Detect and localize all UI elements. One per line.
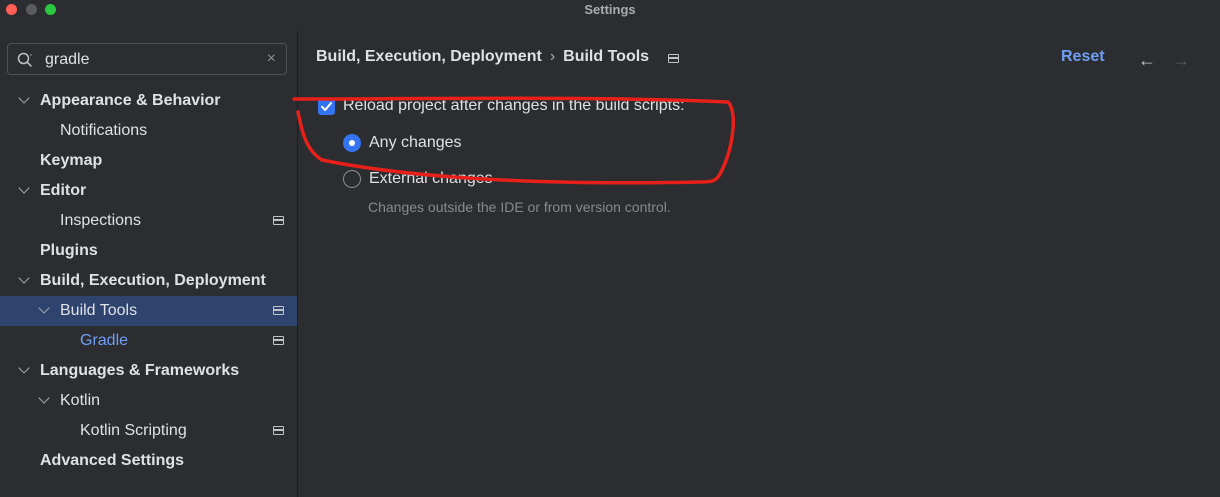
any-changes-label[interactable]: Any changes [369, 134, 462, 152]
project-level-icon [273, 216, 284, 225]
close-icon[interactable]: × [267, 50, 276, 68]
chevron-down-icon[interactable] [38, 302, 50, 314]
tree-item-label: Gradle [80, 332, 129, 349]
chevron-down-icon[interactable] [18, 362, 30, 374]
tree-item-label: Editor [40, 182, 87, 199]
breadcrumb-parent[interactable]: Build, Execution, Deployment [316, 48, 542, 65]
search-icon [17, 52, 33, 68]
chevron-down-icon[interactable] [38, 392, 50, 404]
window-title: Settings [584, 2, 636, 17]
tree-item-keymap[interactable]: Keymap [0, 146, 297, 176]
tree-item-label: Advanced Settings [40, 452, 185, 469]
external-changes-hint: Changes outside the IDE or from version … [368, 199, 671, 215]
tree-item-label: Languages & Frameworks [40, 362, 240, 379]
external-changes-radio[interactable] [343, 170, 361, 188]
reload-project-label[interactable]: Reload project after changes in the buil… [343, 97, 685, 115]
search-box[interactable]: × [7, 43, 287, 75]
tree-item-label: Inspections [60, 212, 141, 229]
tree-item-label: Build Tools [60, 302, 138, 319]
settings-content: Build, Execution, Deployment › Build Tools… [298, 30, 1220, 497]
chevron-down-icon[interactable] [18, 92, 30, 104]
tree-item-build-execution-deployment[interactable]: Build, Execution, Deployment [0, 266, 297, 296]
tree-item-advanced-settings[interactable]: Advanced Settings [0, 446, 297, 476]
tree-item-label: Kotlin Scripting [80, 422, 187, 439]
tree-item-label: Plugins [40, 242, 98, 259]
tree-item-languages-frameworks[interactable]: Languages & Frameworks [0, 356, 297, 386]
external-changes-label[interactable]: External changes [369, 170, 493, 188]
tree-item-label: Notifications [60, 122, 148, 139]
breadcrumb-separator: › [549, 48, 556, 65]
tree-item-inspections[interactable]: Inspections [0, 206, 297, 236]
tree-item-kotlin[interactable]: Kotlin [0, 386, 297, 416]
breadcrumb-current: Build Tools [563, 48, 650, 65]
tree-item-appearance-behavior[interactable]: Appearance & Behavior [0, 86, 297, 116]
title-bar: Settings [0, 0, 1220, 18]
project-level-icon [273, 306, 284, 315]
project-level-icon [273, 426, 284, 435]
project-level-icon [273, 336, 284, 345]
reset-link[interactable]: Reset [1061, 48, 1105, 66]
tree-item-label: Build, Execution, Deployment [40, 272, 266, 289]
tree-item-notifications[interactable]: Notifications [0, 116, 297, 146]
tree-item-label: Kotlin [60, 392, 101, 409]
checkmark-icon [321, 102, 332, 111]
tree-item-kotlin-scripting[interactable]: Kotlin Scripting [0, 416, 297, 446]
back-arrow-icon[interactable]: ← [1138, 50, 1156, 71]
reload-project-checkbox[interactable] [318, 98, 335, 115]
tree-item-plugins[interactable]: Plugins [0, 236, 297, 266]
tree-item-editor[interactable]: Editor [0, 176, 297, 206]
tree-item-build-tools[interactable]: Build Tools [0, 296, 297, 326]
tree-item-label: Appearance & Behavior [40, 92, 221, 109]
settings-sidebar: × Appearance & Behavior Notifications Ke… [0, 30, 297, 497]
chevron-down-icon[interactable] [18, 272, 30, 284]
search-input[interactable] [45, 50, 255, 70]
project-level-icon [668, 54, 679, 63]
tree-item-label: Keymap [40, 152, 103, 169]
forward-arrow-icon[interactable]: → [1172, 50, 1190, 71]
breadcrumb: Build, Execution, Deployment › Build Tools [316, 48, 649, 66]
any-changes-radio[interactable] [343, 134, 361, 152]
chevron-down-icon[interactable] [18, 182, 30, 194]
tree-item-gradle[interactable]: Gradle [0, 326, 297, 356]
